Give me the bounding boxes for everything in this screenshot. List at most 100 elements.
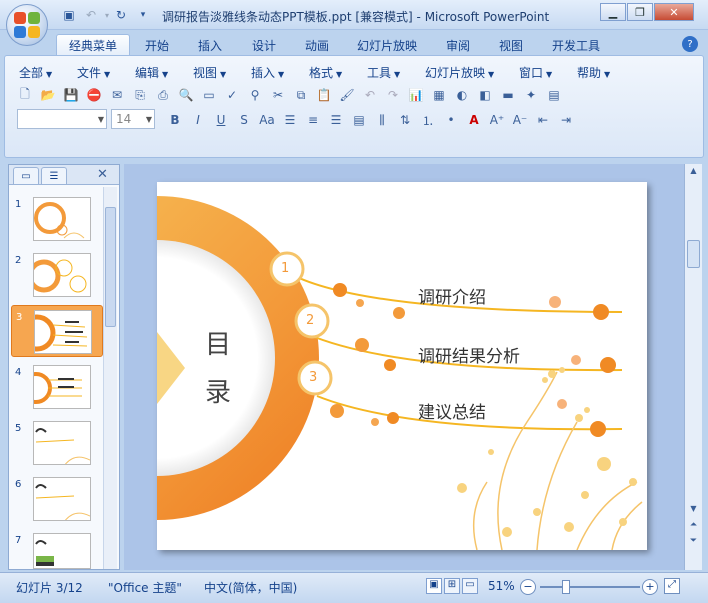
research-icon[interactable]: ⚲ <box>245 85 265 105</box>
slide-thumb-2[interactable]: 2 <box>11 249 103 301</box>
menu-slideshow[interactable]: 幻灯片放映 ▼ <box>425 64 494 81</box>
bold-icon[interactable]: B <box>165 110 185 130</box>
agenda-item-3[interactable]: 建议总结 <box>418 398 486 423</box>
slide-thumb-6[interactable]: 6 <box>11 473 103 525</box>
print-icon[interactable]: ⎙ <box>153 85 173 105</box>
permission-icon[interactable]: ⛔ <box>84 85 104 105</box>
scroll-down-icon[interactable]: ▼ <box>687 504 700 516</box>
fit-to-window-icon[interactable]: ⤢ <box>664 578 680 594</box>
slideshow-view-icon[interactable]: ▭ <box>462 578 478 594</box>
slide-scrollbar[interactable]: ▲ ▼ ⏶ ⏷ <box>684 164 702 570</box>
slide-thumb-1[interactable]: 1 <box>11 193 103 245</box>
menu-view[interactable]: 视图 ▼ <box>193 64 226 81</box>
tab-classic-menu[interactable]: 经典菜单 <box>56 34 131 56</box>
slide-heading-line1[interactable]: 目 <box>205 324 231 361</box>
chart-icon[interactable]: 📊 <box>406 85 426 105</box>
zoom-out-icon[interactable]: − <box>520 579 536 595</box>
office-button[interactable] <box>6 4 48 46</box>
change-case-icon[interactable]: Aa <box>257 110 277 130</box>
tab-insert[interactable]: 插入 <box>186 34 234 56</box>
bullets-icon[interactable]: • <box>441 110 461 130</box>
zoom-level[interactable]: 51% <box>488 579 515 593</box>
slides-tab[interactable]: ▭ <box>13 167 39 184</box>
cut-icon[interactable]: ✂ <box>268 85 288 105</box>
zoom-slider-thumb[interactable] <box>561 580 570 594</box>
font-name-combo[interactable]: ▼ <box>17 109 107 129</box>
text-direction-icon[interactable]: ⇅ <box>395 110 415 130</box>
menu-window[interactable]: 窗口 ▼ <box>519 64 552 81</box>
menu-all[interactable]: 全部 ▼ <box>19 64 52 81</box>
zoom-slider-track[interactable] <box>540 580 640 594</box>
next-slide-icon[interactable]: ⏷ <box>687 536 700 550</box>
pdf-icon[interactable]: ⎘ <box>130 85 150 105</box>
menu-insert[interactable]: 插入 ▼ <box>251 64 284 81</box>
tab-review[interactable]: 审阅 <box>434 34 482 56</box>
new-slide-icon[interactable]: ✦ <box>521 85 541 105</box>
minimize-button[interactable]: ▁ <box>600 3 626 21</box>
previous-slide-icon[interactable]: ⏶ <box>687 520 700 534</box>
menu-tools[interactable]: 工具 ▼ <box>367 64 400 81</box>
agenda-item-2[interactable]: 调研结果分析 <box>418 342 520 367</box>
numbering-icon[interactable]: ⒈ <box>418 110 438 130</box>
slide-design-icon[interactable]: ▤ <box>544 85 564 105</box>
restore-button[interactable]: ❐ <box>627 3 653 21</box>
increase-font-icon[interactable]: A⁺ <box>487 110 507 130</box>
spellcheck-icon[interactable]: ✓ <box>222 85 242 105</box>
customize-toolbar-icon[interactable]: ▾ <box>134 6 152 24</box>
new-file-icon[interactable]: 🗋 <box>15 85 35 105</box>
align-left-icon[interactable]: ☰ <box>280 110 300 130</box>
slide-heading-line2[interactable]: 录 <box>205 372 231 409</box>
agenda-item-1[interactable]: 调研介绍 <box>418 283 486 308</box>
decrease-font-icon[interactable]: A⁻ <box>510 110 530 130</box>
scroll-up-icon[interactable]: ▲ <box>687 166 700 178</box>
undo-icon[interactable]: ↶ <box>360 85 380 105</box>
tab-view[interactable]: 视图 <box>487 34 535 56</box>
redo-icon[interactable]: ↷ <box>383 85 403 105</box>
redo-icon[interactable]: ↻ <box>112 6 130 24</box>
italic-icon[interactable]: I <box>188 110 208 130</box>
normal-view-icon[interactable]: ▣ <box>426 578 442 594</box>
email-icon[interactable]: ✉ <box>107 85 127 105</box>
pane-scrollbar[interactable] <box>103 187 117 569</box>
tab-design[interactable]: 设计 <box>240 34 288 56</box>
align-right-icon[interactable]: ☰ <box>326 110 346 130</box>
slide-thumb-3[interactable]: 3 <box>11 305 103 357</box>
slide-show-icon[interactable]: ▬ <box>498 85 518 105</box>
tab-developer[interactable]: 开发工具 <box>540 34 612 56</box>
underline-icon[interactable]: U <box>211 110 231 130</box>
decrease-indent-icon[interactable]: ⇤ <box>533 110 553 130</box>
close-button[interactable]: ✕ <box>654 3 694 21</box>
open-folder-icon[interactable]: 📂 <box>38 85 58 105</box>
save-icon[interactable]: 💾 <box>61 85 81 105</box>
pane-scroll-thumb[interactable] <box>105 207 116 327</box>
menu-help[interactable]: 帮助 ▼ <box>577 64 610 81</box>
justify-icon[interactable]: ▤ <box>349 110 369 130</box>
menu-edit[interactable]: 编辑 ▼ <box>135 64 168 81</box>
menu-format[interactable]: 格式 ▼ <box>309 64 342 81</box>
print-preview-icon[interactable]: 🔍 <box>176 85 196 105</box>
help-icon[interactable]: ? <box>682 36 698 52</box>
zoom-in-icon[interactable]: + <box>642 579 658 595</box>
tab-animations[interactable]: 动画 <box>293 34 341 56</box>
slide-scroll-thumb[interactable] <box>687 240 700 268</box>
copy-icon[interactable]: ⧉ <box>291 85 311 105</box>
align-center-icon[interactable]: ≡ <box>303 110 323 130</box>
table-icon[interactable]: ▦ <box>429 85 449 105</box>
format-painter-icon[interactable]: 🖌 <box>337 85 357 105</box>
tab-home[interactable]: 开始 <box>133 34 181 56</box>
clipart-icon[interactable]: ◐ <box>452 85 472 105</box>
slide-sorter-icon[interactable]: ⊞ <box>444 578 460 594</box>
menu-file[interactable]: 文件 ▼ <box>77 64 110 81</box>
shadow-icon[interactable]: S <box>234 110 254 130</box>
outline-tab[interactable]: ☰ <box>41 167 67 184</box>
close-pane-icon[interactable]: ✕ <box>97 167 108 182</box>
color-grayscale-icon[interactable]: ◧ <box>475 85 495 105</box>
columns-icon[interactable]: ⫼ <box>372 110 392 130</box>
slide-thumb-5[interactable]: 5 <box>11 417 103 469</box>
slide-thumb-4[interactable]: 4 <box>11 361 103 413</box>
slide-canvas[interactable]: 目 录 1 2 3 调研介绍 调研结果分析 建议总结 <box>157 182 647 550</box>
increase-indent-icon[interactable]: ⇥ <box>556 110 576 130</box>
tab-slideshow[interactable]: 幻灯片放映 <box>345 34 429 56</box>
paste-icon[interactable]: 📋 <box>314 85 334 105</box>
font-color-icon[interactable]: A <box>464 110 484 130</box>
